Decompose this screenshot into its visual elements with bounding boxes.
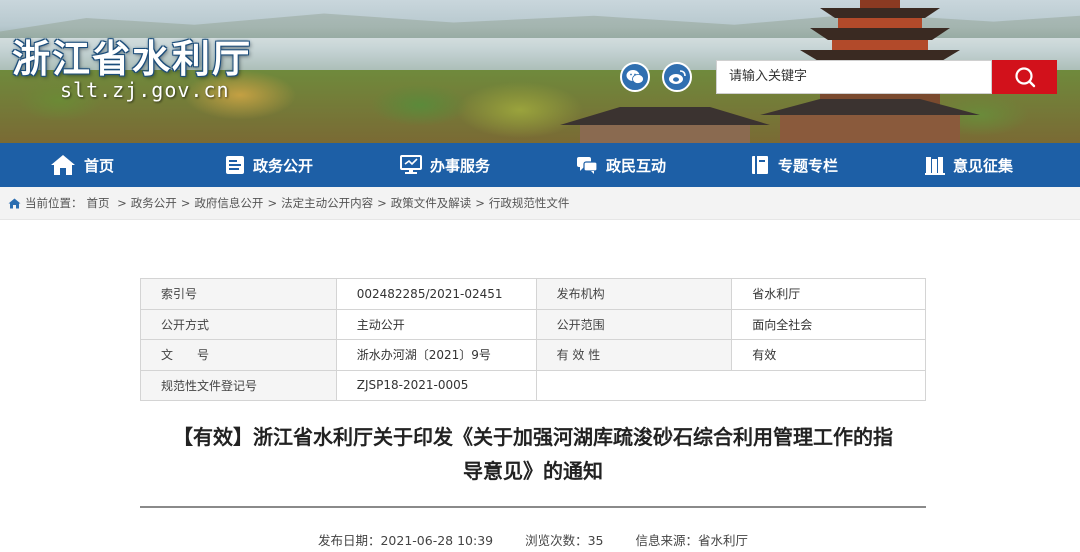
search-input[interactable]: 请输入关键字	[716, 60, 992, 94]
nav-item-gov-affairs[interactable]: 政务公开	[225, 143, 313, 187]
empty-cell	[535, 369, 732, 401]
breadcrumb-prefix: 当前位置：	[25, 196, 83, 210]
weibo-button[interactable]	[662, 62, 692, 92]
breadcrumb-gov-affairs[interactable]: 政务公开	[131, 195, 177, 211]
publish-date: 发布日期：2021-06-28 10:39	[318, 533, 493, 548]
nav-label: 意见征集	[953, 156, 1014, 175]
site-logo-domain: slt.zj.gov.cn	[60, 78, 230, 102]
validity-value: 有效	[731, 339, 926, 371]
nav-item-services[interactable]: 办事服务	[400, 143, 490, 187]
page-title: 【有效】浙江省水利厅关于印发《关于加强河湖库疏浚砂石综合利用管理工作的指 导意见…	[140, 420, 926, 488]
reg-label: 规范性文件登记号	[140, 369, 337, 401]
info-source-value: 省水利厅	[698, 533, 749, 548]
validity-label: 有 效 性	[535, 339, 733, 371]
empty-cell	[731, 369, 926, 401]
table-row: 规范性文件登记号 ZJSP18-2021-0005	[140, 369, 926, 401]
publisher-label: 发布机构	[535, 278, 733, 310]
main-nav: 首页 政务公开 办事服务 政民互动 专题专栏 意见征集	[0, 143, 1080, 187]
info-source: 信息来源：省水利厅	[636, 533, 749, 548]
breadcrumb-normative[interactable]: 行政规范性文件	[489, 195, 570, 211]
nav-label: 办事服务	[430, 156, 491, 175]
search-button[interactable]	[992, 60, 1057, 94]
mode-label: 公开方式	[140, 308, 337, 340]
title-line: 【有效】浙江省水利厅关于印发《关于加强河湖库疏浚砂石综合利用管理工作的指	[173, 425, 893, 449]
document-meta: 发布日期：2021-06-28 10:39 浏览次数：35 信息来源：省水利厅	[140, 530, 926, 549]
publisher-value: 省水利厅	[731, 278, 926, 310]
nav-label: 专题专栏	[778, 156, 839, 175]
table-row: 公开方式 主动公开 公开范围 面向全社会	[140, 308, 926, 340]
site-logo-title[interactable]: 浙江省水利厅	[12, 28, 252, 83]
breadcrumb-gov-info[interactable]: 政府信息公开	[194, 195, 263, 211]
docno-label: 文 号	[140, 339, 337, 371]
chat-icon	[577, 157, 598, 174]
index-value: 002482285/2021-02451	[335, 278, 537, 310]
wechat-icon	[626, 70, 644, 84]
nav-item-interaction[interactable]: 政民互动	[576, 143, 666, 187]
index-label: 索引号	[140, 278, 337, 310]
breadcrumb-sep: >	[377, 196, 387, 210]
breadcrumb-sep: >	[180, 196, 191, 210]
search-icon	[1014, 67, 1035, 88]
publish-date-value: 2021-06-28 10:39	[380, 533, 494, 548]
nav-item-opinions[interactable]: 意见征集	[925, 143, 1013, 187]
books-icon	[925, 157, 945, 175]
view-count: 浏览次数：35	[525, 533, 603, 548]
nav-item-topics[interactable]: 专题专栏	[750, 143, 838, 187]
nav-label: 政务公开	[253, 156, 314, 175]
table-row: 索引号 002482285/2021-02451 发布机构 省水利厅	[140, 278, 926, 310]
nav-item-home[interactable]: 首页	[50, 143, 114, 187]
document-info-table: 索引号 002482285/2021-02451 发布机构 省水利厅 公开方式 …	[140, 278, 926, 401]
scope-value: 面向全社会	[731, 308, 926, 340]
breadcrumb-sep: >	[267, 196, 278, 210]
home-small-icon	[8, 198, 21, 208]
temple-roofs-illustration	[560, 99, 980, 143]
document-icon	[226, 156, 244, 174]
monitor-icon	[400, 155, 422, 174]
publish-date-label: 发布日期：	[317, 533, 381, 548]
mode-value: 主动公开	[335, 308, 537, 340]
breadcrumb-home[interactable]: 首页	[87, 195, 110, 211]
title-divider	[140, 506, 926, 508]
reg-value: ZJSP18-2021-0005	[335, 369, 537, 401]
info-source-label: 信息来源：	[635, 533, 699, 548]
breadcrumb: 当前位置： 首页 > 政务公开 > 政府信息公开 > 法定主动公开内容 > 政策…	[0, 187, 1080, 220]
site-header: 浙江省水利厅 slt.zj.gov.cn 请输入关键字	[0, 0, 1080, 143]
home-icon	[51, 155, 75, 175]
nav-label: 首页	[84, 156, 115, 175]
breadcrumb-sep: >	[113, 196, 127, 210]
table-row: 文 号 浙水办河湖〔2021〕9号 有 效 性 有效	[140, 339, 926, 371]
breadcrumb-statutory[interactable]: 法定主动公开内容	[281, 195, 373, 211]
book-icon	[752, 156, 768, 174]
title-line: 导意见》的通知	[463, 459, 603, 483]
breadcrumb-policy[interactable]: 政策文件及解读	[391, 195, 472, 211]
nav-label: 政民互动	[606, 156, 667, 175]
weibo-icon	[669, 70, 686, 84]
wechat-button[interactable]	[620, 62, 650, 92]
scope-label: 公开范围	[535, 308, 733, 340]
docno-value: 浙水办河湖〔2021〕9号	[335, 339, 537, 371]
view-count-label: 浏览次数：	[525, 533, 588, 548]
breadcrumb-sep: >	[475, 196, 485, 210]
view-count-value: 35	[587, 533, 604, 548]
